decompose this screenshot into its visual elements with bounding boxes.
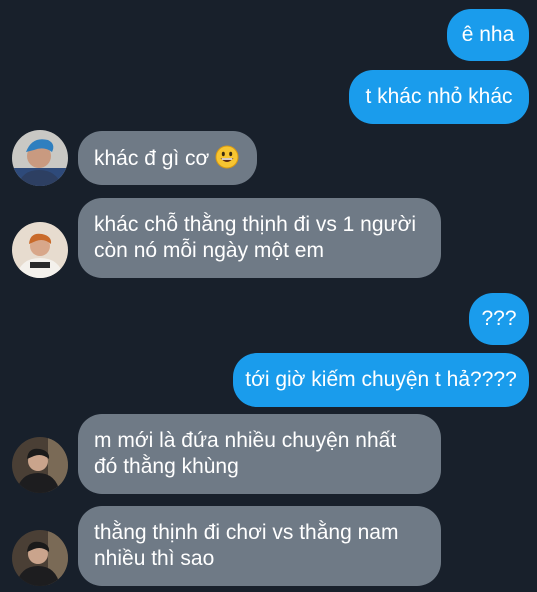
- incoming-message[interactable]: khác đ gì cơ: [78, 131, 257, 185]
- incoming-message[interactable]: khác chỗ thằng thịnh đi vs 1 người còn n…: [78, 198, 441, 278]
- message-line: m mới là đứa nhiều chuyện nhất: [94, 429, 397, 452]
- outgoing-message[interactable]: ???: [469, 293, 529, 345]
- message-text: ê nha: [461, 23, 515, 46]
- message-text: ???: [481, 307, 517, 330]
- message-text: khác đ gì cơ: [94, 146, 210, 170]
- incoming-message[interactable]: thằng thịnh đi chơi vs thằng nam nhiều t…: [78, 506, 441, 586]
- message-line: đó thằng khùng: [94, 455, 239, 478]
- message-line: thằng thịnh đi chơi vs thằng nam: [94, 521, 399, 544]
- sender-avatar[interactable]: [12, 437, 68, 493]
- message-line: nhiều thì sao: [94, 547, 215, 570]
- message-line: còn nó mỗi ngày một em: [94, 239, 324, 262]
- sender-avatar[interactable]: [12, 530, 68, 586]
- message-text: tới giờ kiếm chuyện t hả????: [245, 368, 517, 391]
- incoming-message[interactable]: m mới là đứa nhiều chuyện nhất đó thằng …: [78, 414, 441, 494]
- outgoing-message[interactable]: t khác nhỏ khác: [349, 70, 529, 124]
- outgoing-message[interactable]: ê nha: [447, 9, 529, 61]
- message-line: khác chỗ thằng thịnh đi vs 1 người: [94, 213, 417, 236]
- message-text-row: khác đ gì cơ: [94, 145, 241, 172]
- message-text: t khác nhỏ khác: [365, 85, 513, 108]
- grinning-face-icon: [215, 145, 239, 169]
- chat-thread: ê nha t khác nhỏ khác khác đ gì cơ khác …: [0, 0, 537, 592]
- outgoing-message[interactable]: tới giờ kiếm chuyện t hả????: [233, 353, 529, 407]
- sender-avatar[interactable]: [12, 222, 68, 278]
- sender-avatar[interactable]: [12, 130, 68, 186]
